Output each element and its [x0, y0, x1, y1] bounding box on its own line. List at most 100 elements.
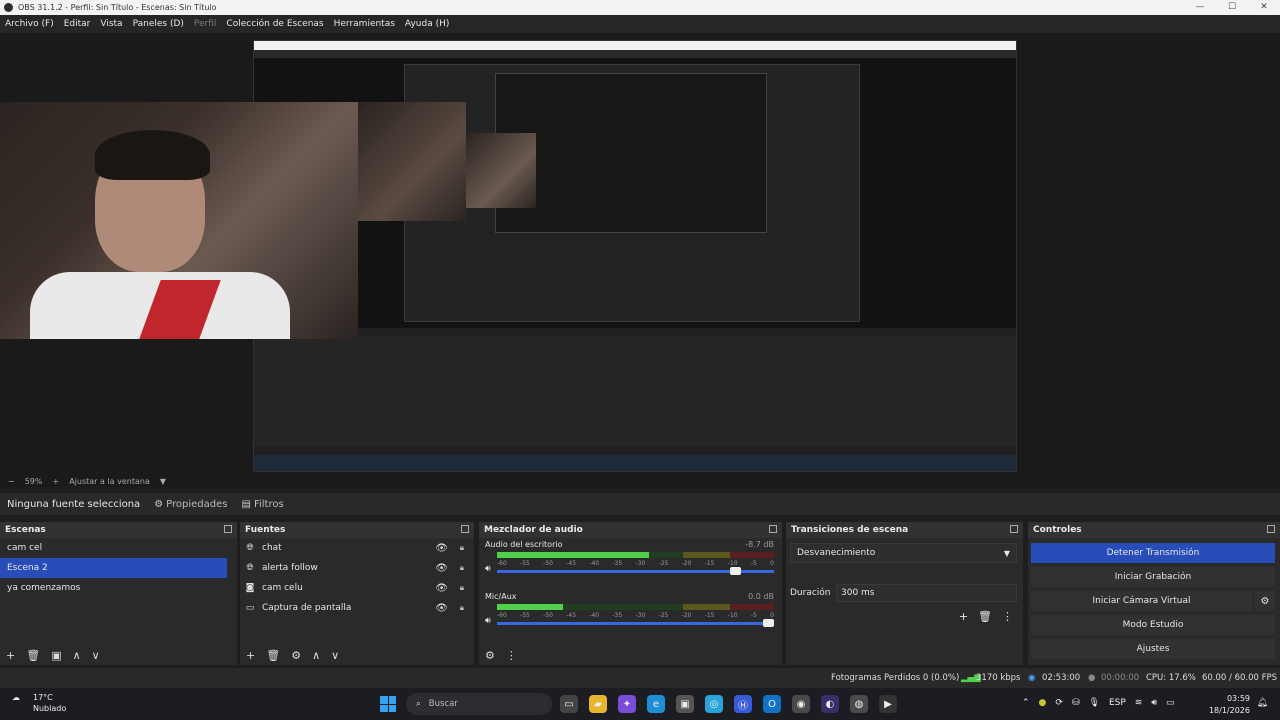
- eye-icon[interactable]: 👁︎: [435, 603, 448, 614]
- undock-icon[interactable]: [769, 525, 777, 533]
- steam-icon[interactable]: ◍: [850, 695, 868, 713]
- weather-desc[interactable]: Nublado: [33, 704, 66, 713]
- remove-scene-button[interactable]: 🗑: [26, 649, 40, 662]
- maximize-button[interactable]: ☐: [1216, 0, 1248, 15]
- duration-label: Duración: [790, 588, 831, 598]
- tray-app-icon[interactable]: ●: [1039, 698, 1047, 708]
- zoom-out-button[interactable]: −: [8, 477, 15, 486]
- menu-ayuda[interactable]: Ayuda (H): [405, 19, 449, 29]
- start-recording-button[interactable]: Iniciar Grabación: [1031, 567, 1275, 587]
- file-explorer-icon[interactable]: ▰: [589, 695, 607, 713]
- volume-slider[interactable]: [497, 619, 774, 627]
- filters-button[interactable]: ▤ Filtros: [241, 499, 283, 510]
- menu-paneles[interactable]: Paneles (D): [133, 19, 184, 29]
- lock-icon[interactable]: 🔒︎: [460, 583, 464, 593]
- tray-network-icon[interactable]: ⛁: [1072, 698, 1080, 708]
- eye-icon[interactable]: 👁︎: [435, 563, 448, 574]
- copilot-icon[interactable]: ✦: [618, 695, 636, 713]
- menu-archivo[interactable]: Archivo (F): [5, 19, 54, 29]
- scene-item-selected[interactable]: Escena 2: [0, 558, 227, 578]
- scene-filters-button[interactable]: ▣: [51, 649, 61, 662]
- fit-window-label[interactable]: Ajustar a la ventana: [69, 477, 150, 486]
- mic-icon[interactable]: 🎙︎: [1089, 698, 1100, 708]
- menu-editar[interactable]: Editar: [64, 19, 91, 29]
- more-options-icon[interactable]: ⋮: [1002, 610, 1013, 623]
- start-virtual-camera-button[interactable]: Iniciar Cámara Virtual: [1031, 591, 1252, 611]
- move-source-down-button[interactable]: ∨: [331, 649, 339, 662]
- notification-icon[interactable]: 🔔︎: [1257, 698, 1268, 708]
- meter-tick-label: -5: [750, 560, 757, 567]
- wifi-icon[interactable]: ≋: [1135, 698, 1143, 708]
- gear-icon[interactable]: ⚙: [1255, 591, 1275, 611]
- minimize-button[interactable]: —: [1184, 0, 1216, 15]
- advanced-audio-button[interactable]: ⚙: [485, 649, 495, 662]
- eye-icon[interactable]: 👁︎: [435, 543, 448, 554]
- stop-streaming-button[interactable]: Detener Transmisión: [1031, 543, 1275, 563]
- preview-canvas[interactable]: [0, 33, 1280, 475]
- close-button[interactable]: ✕: [1248, 0, 1280, 15]
- add-transition-icon[interactable]: +: [959, 610, 968, 623]
- obs-taskbar-icon[interactable]: ◐: [821, 695, 839, 713]
- taskbar-search[interactable]: ⌕ Buscar: [406, 693, 552, 715]
- scene-item[interactable]: ya comenzamos: [0, 578, 237, 598]
- speaker-icon[interactable]: 🔊︎: [485, 564, 491, 574]
- undock-icon[interactable]: [1010, 525, 1018, 533]
- properties-button[interactable]: ⚙ Propiedades: [154, 499, 227, 510]
- outlook-icon[interactable]: O: [763, 695, 781, 713]
- zoom-dropdown-icon[interactable]: ▼: [160, 477, 166, 486]
- source-item[interactable]: ▭ Captura de pantalla 👁︎ 🔒︎: [240, 598, 474, 618]
- source-item[interactable]: ◙ cam celu 👁︎ 🔒︎: [240, 578, 474, 598]
- undock-icon[interactable]: [461, 525, 469, 533]
- menu-herramientas[interactable]: Herramientas: [334, 19, 395, 29]
- chevron-up-icon[interactable]: ⌃: [1022, 698, 1030, 708]
- transition-select[interactable]: Desvanecimiento ▼: [790, 543, 1017, 563]
- cloud-icon[interactable]: ☁: [12, 693, 20, 702]
- duration-input[interactable]: 300 ms: [836, 584, 1017, 602]
- undock-icon[interactable]: [1267, 525, 1275, 533]
- tray-refresh-icon[interactable]: ⟳: [1055, 698, 1063, 708]
- chrome-icon[interactable]: ◎: [705, 695, 723, 713]
- lock-icon[interactable]: 🔒︎: [460, 543, 464, 553]
- sources-list: 🌐︎ chat 👁︎ 🔒︎ 🌐︎ alerta follow 👁︎ 🔒︎ ◙ c…: [240, 538, 474, 645]
- add-scene-button[interactable]: +: [6, 649, 15, 662]
- mixer-menu-button[interactable]: ⋮: [506, 649, 517, 662]
- edge-icon[interactable]: e: [647, 695, 665, 713]
- store-icon[interactable]: ▣: [676, 695, 694, 713]
- stream-icon: ◉: [1028, 673, 1036, 683]
- eye-icon[interactable]: 👁︎: [435, 583, 448, 594]
- task-view-icon[interactable]: ▭: [560, 695, 578, 713]
- undock-icon[interactable]: [224, 525, 232, 533]
- volume-slider[interactable]: [497, 567, 774, 575]
- source-item[interactable]: 🌐︎ chat 👁︎ 🔒︎: [240, 538, 474, 558]
- weather-temp[interactable]: 17°C: [33, 693, 53, 702]
- menu-coleccion-escenas[interactable]: Colección de Escenas: [226, 19, 323, 29]
- windows-start-icon[interactable]: [380, 696, 396, 712]
- media-player-icon[interactable]: ▶: [879, 695, 897, 713]
- lock-icon[interactable]: 🔒︎: [460, 603, 464, 613]
- move-source-up-button[interactable]: ∧: [312, 649, 320, 662]
- studio-mode-button[interactable]: Modo Estudio: [1031, 615, 1275, 635]
- menu-vista[interactable]: Vista: [100, 19, 122, 29]
- move-scene-up-button[interactable]: ∧: [73, 649, 81, 662]
- scene-item[interactable]: cam cel: [0, 538, 237, 558]
- settings-button[interactable]: Ajustes: [1031, 639, 1275, 659]
- add-source-button[interactable]: +: [246, 649, 255, 662]
- scenes-title: Escenas: [5, 525, 46, 535]
- meter-tick-label: -55: [520, 560, 530, 567]
- lock-icon[interactable]: 🔒︎: [460, 563, 464, 573]
- source-properties-button[interactable]: ⚙: [291, 649, 301, 662]
- taskbar-clock[interactable]: 03:59 18/1/2026: [1209, 693, 1250, 717]
- trash-icon[interactable]: 🗑︎: [978, 610, 992, 623]
- source-item[interactable]: 🌐︎ alerta follow 👁︎ 🔒︎: [240, 558, 474, 578]
- volume-slider-handle[interactable]: [729, 567, 741, 575]
- app-icon[interactable]: Ⓗ: [734, 695, 752, 713]
- volume-slider-handle[interactable]: [763, 619, 774, 627]
- zoom-in-button[interactable]: +: [52, 477, 59, 486]
- speaker-icon[interactable]: 🔊︎: [485, 616, 491, 626]
- chrome-profile-icon[interactable]: ◉: [792, 695, 810, 713]
- language-indicator[interactable]: ESP: [1109, 698, 1126, 708]
- battery-icon[interactable]: ▭: [1166, 698, 1175, 708]
- move-scene-down-button[interactable]: ∨: [92, 649, 100, 662]
- remove-source-button[interactable]: 🗑: [266, 649, 280, 662]
- volume-icon[interactable]: 🔊︎: [1151, 698, 1157, 708]
